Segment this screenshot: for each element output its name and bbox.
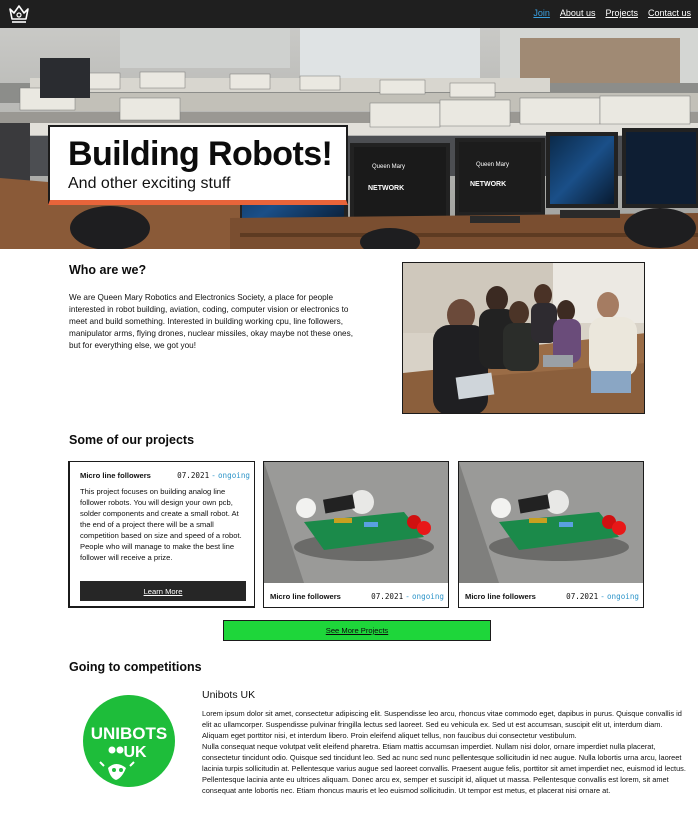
hero-title-card: Building Robots! And other exciting stuf…: [48, 125, 348, 205]
about-heading: Who are we?: [69, 263, 147, 277]
see-more-projects-button[interactable]: See More Projects: [223, 620, 491, 641]
competition-paragraph-1: Lorem ipsum dolor sit amet, consectetur …: [202, 709, 682, 740]
project-image-2: [459, 462, 643, 583]
projects-heading: Some of our projects: [69, 433, 195, 447]
competition-description: Lorem ipsum dolor sit amet, consectetur …: [202, 708, 688, 796]
logo-text-unibots: UNIBOTS: [91, 724, 168, 743]
project-name: Micro line followers: [270, 592, 341, 601]
featured-project-header: Micro line followers 07.2021 - ongoing: [80, 471, 250, 480]
competition-title: Unibots UK: [202, 689, 256, 701]
unibots-uk-logo: UNIBOTS UK: [82, 694, 176, 788]
learn-more-button[interactable]: Learn More: [80, 581, 246, 601]
top-nav: Join About us Projects Contact us: [0, 0, 698, 28]
project-status: ongoing: [411, 592, 444, 601]
project-status: ongoing: [606, 592, 639, 601]
project-date: 07.2021: [177, 471, 210, 480]
project-separator: -: [211, 471, 216, 480]
nav-about-link[interactable]: About us: [560, 8, 596, 18]
monitor-label-3: NETWORK: [470, 181, 506, 188]
project-status: ongoing: [217, 471, 250, 480]
crown-logo-icon[interactable]: [8, 4, 30, 24]
project-card-1[interactable]: Micro line followers 07.2021 - ongoing: [263, 461, 449, 608]
team-photo: [402, 262, 645, 414]
monitor-label-4: Queen Mary: [476, 162, 509, 168]
hero-banner: Queen Mary NETWORK NETWORK Queen Mary 14…: [0, 28, 698, 249]
logo-text-uk: UK: [123, 744, 147, 761]
hero-subtitle: And other exciting stuff: [68, 175, 231, 192]
nav-contact-link[interactable]: Contact us: [648, 8, 691, 18]
project-description: This project focuses on building analog …: [80, 487, 242, 562]
nav-links: Join About us Projects Contact us: [533, 8, 691, 18]
nav-projects-link[interactable]: Projects: [605, 8, 638, 18]
featured-project-card: Micro line followers 07.2021 - ongoing T…: [68, 461, 255, 608]
project-separator: -: [600, 592, 605, 601]
project-card-1-footer: Micro line followers 07.2021 - ongoing: [270, 592, 444, 601]
competitions-heading: Going to competitions: [69, 660, 202, 674]
project-image-1: [264, 462, 448, 583]
about-text: We are Queen Mary Robotics and Electroni…: [69, 293, 353, 350]
competition-paragraph-2: Nulla consequat neque volutpat velit ele…: [202, 742, 686, 795]
monitor-label-1: Queen Mary: [372, 164, 405, 170]
project-date: 07.2021: [566, 592, 599, 601]
project-name: Micro line followers: [80, 471, 151, 480]
project-name: Micro line followers: [465, 592, 536, 601]
nav-join-link[interactable]: Join: [533, 8, 550, 18]
project-card-2[interactable]: Micro line followers 07.2021 - ongoing: [458, 461, 644, 608]
project-card-2-footer: Micro line followers 07.2021 - ongoing: [465, 592, 639, 601]
project-date: 07.2021: [371, 592, 404, 601]
monitor-label-2: NETWORK: [368, 185, 404, 192]
hero-title: Building Robots!: [68, 135, 333, 173]
project-separator: -: [405, 592, 410, 601]
